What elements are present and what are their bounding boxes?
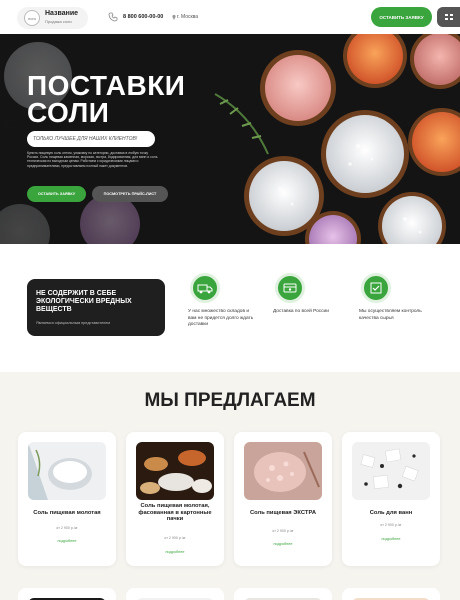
feature-text: У нас множество складов и вам не придетс… xyxy=(188,309,254,327)
product-image[interactable] xyxy=(244,442,322,500)
offers-section: МЫ ПРЕДЛАГАЕМ Соль пищевая молотая от 2 … xyxy=(0,372,460,600)
phone-number[interactable]: 8 800 600-00-00 xyxy=(123,14,163,20)
site-header: лого Название Продажа соли 8 800 600-00-… xyxy=(0,0,460,34)
product-card-packed-salt[interactable]: Соль пищевая молотая, фасованная в карто… xyxy=(126,432,224,566)
product-details-link[interactable]: подробнее xyxy=(132,550,218,554)
location-pin-icon xyxy=(172,14,176,20)
product-image[interactable] xyxy=(136,442,214,500)
eco-highlight-card: НЕ СОДЕРЖИТ В СЕБЕ ЭКОЛОГИЧЕСКИ ВРЕДНЫХ … xyxy=(27,279,165,336)
price-list-button[interactable]: ПОСМОТРЕТЬ ПРАЙС-ЛИСТ xyxy=(92,186,168,202)
logo-name[interactable]: Название xyxy=(45,10,78,17)
product-card-row2[interactable] xyxy=(18,588,116,600)
product-name: Соль для ванн xyxy=(369,510,413,516)
offers-title: МЫ ПРЕДЛАГАЕМ xyxy=(144,390,316,411)
product-card-ground-salt[interactable]: Соль пищевая молотая от 2 900 р./кг подр… xyxy=(18,432,116,566)
hero-request-button[interactable]: ОСТАВИТЬ ЗАЯВКУ xyxy=(27,186,86,202)
delivery-icon xyxy=(275,273,305,303)
hero-description: Купить пищевую соль оптом, упаковку по к… xyxy=(27,151,158,168)
menu-icon xyxy=(444,14,453,20)
feature-delivery: Доставка по всей России xyxy=(273,273,343,316)
product-price: от 2 900 р./кг xyxy=(164,536,186,540)
hero-section: ПОСТАВКИ СОЛИ ТОЛЬКО ЛУЧШЕЕ ДЛЯ НАШИХ КЛ… xyxy=(0,34,460,244)
product-price: от 2 900 р./кг xyxy=(380,523,402,527)
product-details-link[interactable]: подробнее xyxy=(24,539,110,543)
product-price: от 2 900 р./кг xyxy=(56,526,78,530)
product-card-row2[interactable] xyxy=(342,588,440,600)
product-image[interactable] xyxy=(28,442,106,500)
quality-icon xyxy=(361,273,391,303)
product-details-link[interactable]: подробнее xyxy=(240,542,326,546)
hero-title: ПОСТАВКИ СОЛИ xyxy=(27,70,186,128)
product-name: Соль пищевая ЭКСТРА xyxy=(249,510,317,516)
logo-icon[interactable]: лого xyxy=(24,10,40,26)
product-card-row2[interactable] xyxy=(126,588,224,600)
phone-icon xyxy=(108,12,118,22)
hero-tagline: ТОЛЬКО ЛУЧШЕЕ ДЛЯ НАШИХ КЛИЕНТОВ! xyxy=(27,131,155,147)
hero-title-line2: СОЛИ xyxy=(27,97,110,128)
menu-button[interactable] xyxy=(437,7,460,27)
product-name: Соль пищевая молотая, фасованная в карто… xyxy=(138,503,212,523)
logo-subtitle: Продажа соли xyxy=(45,19,72,24)
hero-title-line1: ПОСТАВКИ xyxy=(27,70,186,101)
product-image[interactable] xyxy=(352,442,430,500)
feature-warehouses: У нас множество складов и вам не придетс… xyxy=(188,273,258,329)
eco-highlight-title: НЕ СОДЕРЖИТ В СЕБЕ ЭКОЛОГИЧЕСКИ ВРЕДНЫХ … xyxy=(36,290,132,313)
product-card-bath-salt[interactable]: Соль для ванн от 2 900 р./кг подробнее xyxy=(342,432,440,566)
product-name: Соль пищевая молотая xyxy=(33,510,101,516)
eco-highlight-subtitle: Являемся официальным представителем xyxy=(36,321,110,325)
truck-icon xyxy=(190,273,220,303)
feature-quality: Мы осуществляем контроль качества сырья xyxy=(359,273,429,322)
product-card-extra-salt[interactable]: Соль пищевая ЭКСТРА от 2 900 р./кг подро… xyxy=(234,432,332,566)
product-details-link[interactable]: подробнее xyxy=(348,537,434,541)
feature-text: Мы осуществляем контроль качества сырья xyxy=(359,309,422,321)
product-price: от 2 900 р./кг xyxy=(272,529,294,533)
features-section: НЕ СОДЕРЖИТ В СЕБЕ ЭКОЛОГИЧЕСКИ ВРЕДНЫХ … xyxy=(0,244,460,372)
product-card-row2[interactable] xyxy=(234,588,332,600)
city-label[interactable]: г. Москва xyxy=(177,14,198,20)
header-request-button[interactable]: ОСТАВИТЬ ЗАЯВКУ xyxy=(371,7,432,27)
feature-text: Доставка по всей России xyxy=(273,309,329,314)
